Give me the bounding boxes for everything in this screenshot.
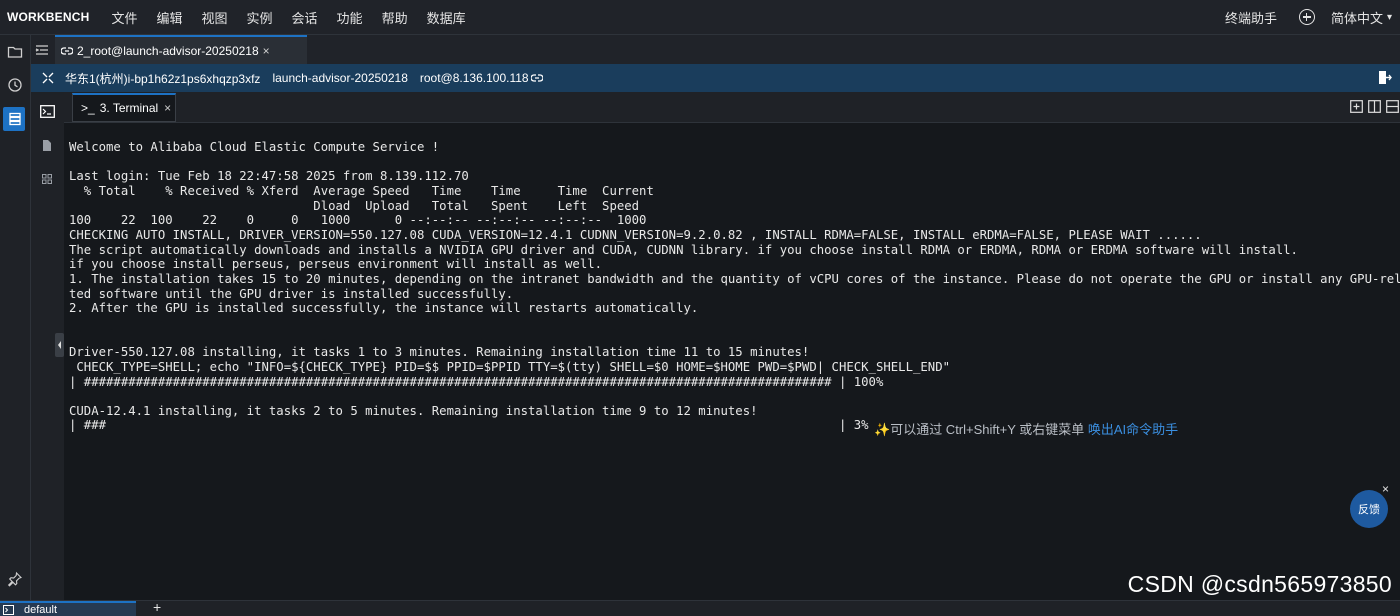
left-activity-bar (0, 35, 31, 600)
menu-database[interactable]: 数据库 (427, 8, 466, 27)
chevron-down-icon[interactable]: ▾ (1387, 12, 1392, 23)
terminal-text: Welcome to Alibaba Cloud Elastic Compute… (69, 140, 1400, 433)
connection-info-bar: 华东1(杭州)i-bp1h62z1ps6xhqzp3xfz launch-adv… (31, 64, 1400, 92)
watermark: CSDN @csdn565973850 (1127, 571, 1392, 597)
terminal-line: 1. The installation takes 15 to 20 minut… (69, 271, 1400, 286)
add-circle-icon[interactable] (1298, 9, 1315, 25)
history-icon[interactable] (7, 77, 23, 93)
language-selector[interactable]: 简体中文 (1331, 8, 1383, 27)
terminal-tab[interactable]: >_ 3. Terminal × (72, 93, 176, 122)
menu-features[interactable]: 功能 (337, 8, 363, 27)
terminal-line: ted software until the GPU driver is ins… (69, 286, 514, 301)
terminal-line: Welcome to Alibaba Cloud Elastic Compute… (69, 140, 440, 154)
terminal-line: The script automatically downloads and i… (69, 242, 1298, 257)
menu-instance[interactable]: 实例 (247, 8, 273, 27)
terminal-line: Driver-550.127.08 installing, it tasks 1… (69, 345, 810, 360)
menu-file[interactable]: 文件 (111, 8, 137, 27)
menu-edit[interactable]: 编辑 (156, 8, 182, 27)
bottom-tab-default[interactable]: default (0, 601, 136, 616)
terminal-line: % Total % Received % Xferd Average Speed… (69, 183, 654, 198)
terminal-line: 2. After the GPU is installed successful… (69, 301, 699, 316)
secondary-sidebar (31, 95, 65, 600)
instance-id: 华东1(杭州)i-bp1h62z1ps6xhqzp3xfz (65, 71, 261, 86)
menu-help[interactable]: 帮助 (382, 8, 408, 27)
bottom-tab-label: default (24, 603, 58, 616)
server-list-icon[interactable] (7, 111, 23, 127)
split-vertical-icon[interactable] (1368, 100, 1381, 113)
login-address: root@8.136.100.118 (419, 71, 529, 85)
session-tab-label: 2_root@launch-advisor-20250218 (77, 43, 259, 58)
terminal-output[interactable]: Welcome to Alibaba Cloud Elastic Compute… (64, 123, 1400, 600)
terminal-tab-label: 3. Terminal (99, 101, 159, 115)
session-tab[interactable]: 2_root@launch-advisor-20250218 × (55, 35, 307, 64)
session-tab-bar: 2_root@launch-advisor-20250218 × (31, 35, 1400, 65)
ai-assistant-hint: ✨可以通过 Ctrl+Shift+Y 或右键菜单 唤出AI命令助手 (874, 419, 1178, 438)
terminal-line: Last login: Tue Feb 18 22:47:58 2025 fro… (69, 169, 469, 184)
collapse-handle-icon[interactable] (55, 333, 64, 357)
terminal-line: | ### | 3% (69, 418, 869, 433)
hint-text: 可以通过 Ctrl+Shift+Y 或右键菜单 (890, 422, 1088, 437)
terminal-line: if you choose install perseus, perseus e… (69, 257, 603, 272)
grid-icon[interactable] (42, 174, 52, 184)
close-tab-icon[interactable]: × (164, 101, 171, 115)
menu-view[interactable]: 视图 (202, 8, 228, 27)
folder-icon[interactable] (7, 44, 23, 60)
collapse-icon[interactable] (42, 72, 54, 84)
terminal-line: CUDA-12.4.1 installing, it tasks 2 to 5 … (69, 403, 758, 418)
sparkle-icon: ✨ (874, 422, 891, 437)
app-brand: WORKBENCH (7, 10, 90, 24)
prompt-icon: >_ (81, 101, 95, 115)
menu-list-icon[interactable] (35, 43, 49, 57)
link-icon (61, 46, 73, 55)
terminal-line: Dload Upload Total Spent Left Speed (69, 198, 640, 213)
split-horizontal-icon[interactable] (1386, 100, 1399, 113)
terminal-line: CHECKING AUTO INSTALL, DRIVER_VERSION=55… (69, 227, 1202, 242)
terminal-assistant-button[interactable]: 终端助手 (1225, 8, 1277, 27)
file-icon[interactable] (42, 139, 52, 152)
exit-icon[interactable] (1378, 70, 1392, 85)
terminal-tab-bar: >_ 3. Terminal × (64, 92, 1400, 123)
terminal-icon[interactable] (40, 105, 55, 118)
close-tab-icon[interactable]: × (263, 44, 270, 58)
pin-icon[interactable] (7, 571, 23, 587)
terminal-line: | ######################################… (69, 374, 884, 389)
link-icon[interactable] (530, 72, 543, 84)
terminal-icon (3, 604, 14, 615)
feedback-close-icon[interactable]: × (1382, 482, 1389, 496)
ai-command-assistant-link[interactable]: 唤出AI命令助手 (1088, 422, 1178, 437)
menu-session[interactable]: 会话 (292, 8, 318, 27)
new-terminal-icon[interactable] (1350, 100, 1363, 113)
top-menu-bar: WORKBENCH 文件 编辑 视图 实例 会话 功能 帮助 数据库 终端助手 … (0, 0, 1400, 35)
terminal-line: 100 22 100 22 0 0 1000 0 --:--:-- --:--:… (69, 213, 647, 228)
add-tab-button[interactable]: + (153, 599, 161, 615)
hostname: launch-advisor-20250218 (272, 71, 408, 85)
bottom-tab-bar: default + (0, 599, 1400, 616)
terminal-line: CHECK_TYPE=SHELL; echo "INFO=${CHECK_TYP… (69, 359, 950, 374)
topbar-right: 终端助手 简体中文 ▾ (1225, 0, 1400, 34)
